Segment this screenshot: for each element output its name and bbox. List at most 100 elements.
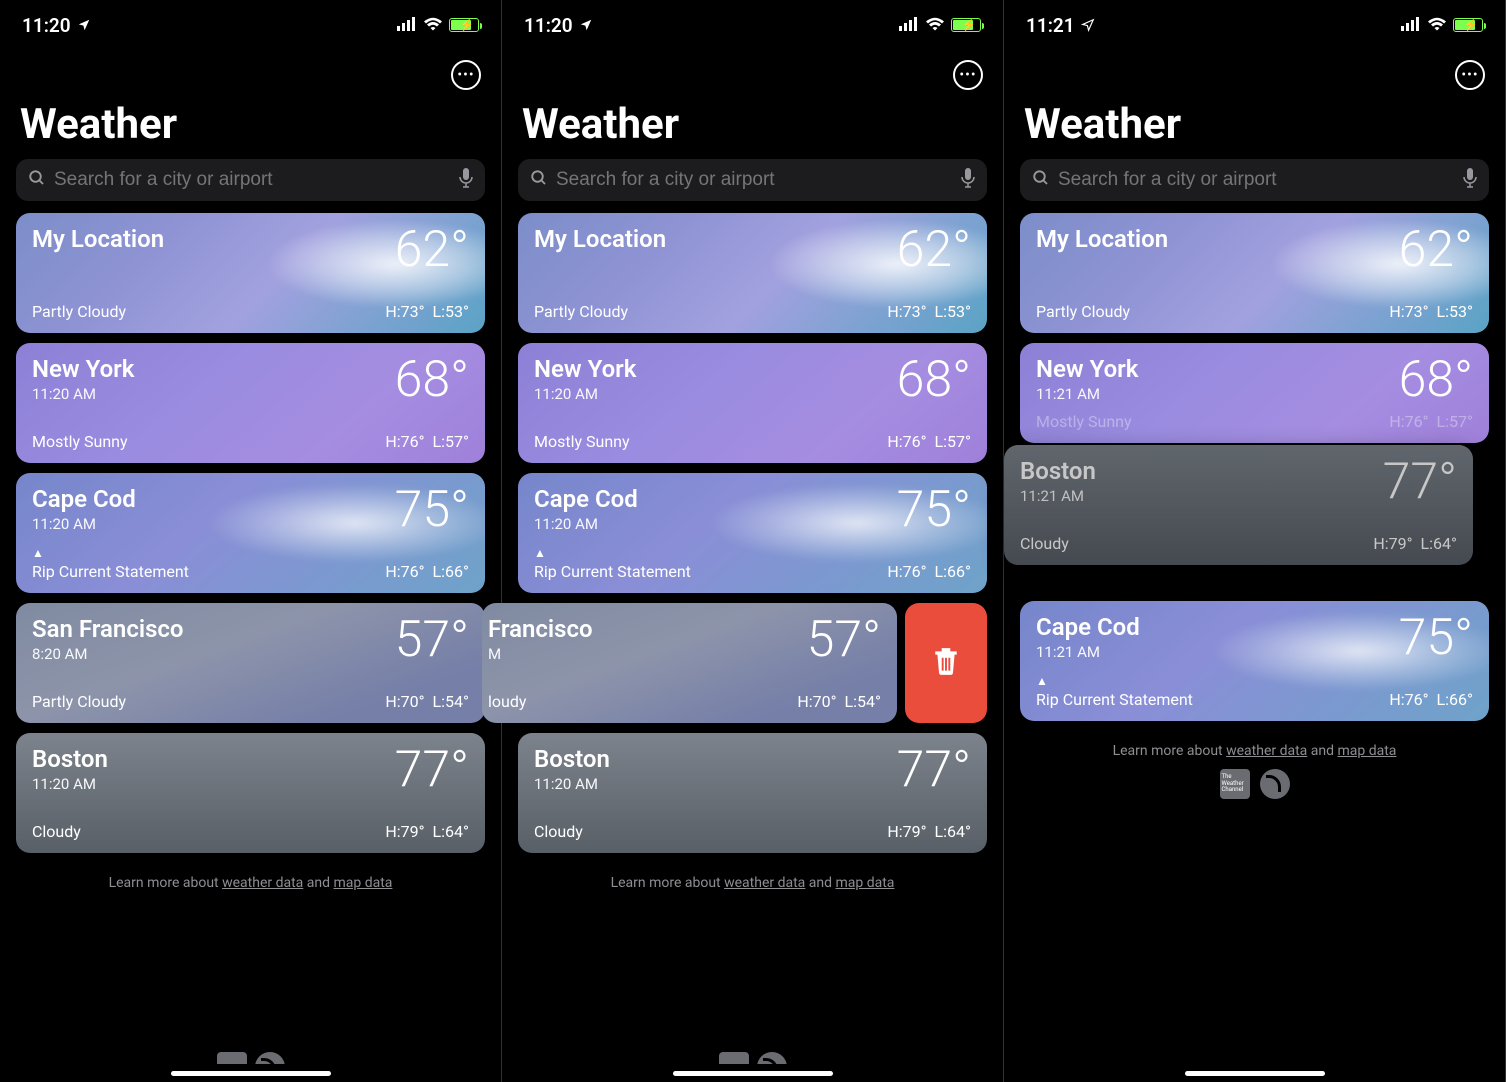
map-data-link[interactable]: map data: [1337, 743, 1396, 759]
city-card-cape-cod[interactable]: Cape Cod11:20 AM 75° ▲Rip Current Statem…: [518, 473, 987, 593]
location-arrow-icon: [1081, 14, 1095, 37]
low-temp: L:66°: [935, 562, 971, 581]
local-time: M: [488, 645, 593, 663]
condition-text: Partly Cloudy: [1036, 302, 1130, 321]
city-card-cape-cod[interactable]: Cape Cod11:21 AM 75° ▲Rip Current Statem…: [1020, 601, 1489, 721]
weather-data-link[interactable]: weather data: [222, 875, 303, 891]
city-list: My Location 62° Partly Cloudy H:73° L:53…: [502, 213, 1003, 1082]
search-input[interactable]: [556, 169, 953, 191]
footer-text: Learn more about weather data and map da…: [1020, 731, 1489, 807]
microphone-icon[interactable]: [961, 168, 975, 192]
city-card-boston[interactable]: Boston 11:20 AM 77° Cloudy H:79° L:64°: [16, 733, 485, 853]
alert-icon: ▲: [1036, 674, 1193, 688]
search-icon: [28, 169, 46, 191]
home-indicator[interactable]: [673, 1071, 833, 1076]
city-name: Cape Cod: [1036, 613, 1140, 641]
options-button[interactable]: •••: [953, 60, 983, 90]
city-name: New York: [534, 355, 636, 383]
footer-and: and: [303, 875, 333, 891]
attribution-logos: The Weather Channel: [1036, 769, 1473, 799]
search-bar[interactable]: [518, 159, 987, 201]
home-indicator[interactable]: [171, 1071, 331, 1076]
search-input[interactable]: [1058, 169, 1455, 191]
search-input[interactable]: [54, 169, 451, 191]
options-button[interactable]: •••: [451, 60, 481, 90]
city-card-new-york[interactable]: New York 11:20 AM 68° Mostly Sunny H:76°…: [16, 343, 485, 463]
weather-data-link[interactable]: weather data: [1226, 743, 1307, 759]
map-data-link[interactable]: map data: [333, 875, 392, 891]
condition-text: Mostly Sunny: [534, 432, 630, 451]
low-temp: L:53°: [1437, 302, 1473, 321]
weather-channel-logo: The Weather Channel: [1220, 769, 1250, 799]
search-bar[interactable]: [16, 159, 485, 201]
city-card-boston[interactable]: Boston11:20 AM 77° Cloudy H:79° L:64°: [518, 733, 987, 853]
high-temp: H:70°: [385, 692, 424, 711]
home-indicator[interactable]: [1185, 1071, 1325, 1076]
condition-text: Mostly Sunny: [32, 432, 128, 451]
city-card-san-francisco[interactable]: San Francisco 8:20 AM 57° Partly Cloudy …: [16, 603, 485, 723]
footer-text: Learn more about weather data and map da…: [518, 863, 987, 899]
weather-data-link[interactable]: weather data: [724, 875, 805, 891]
high-temp: H:76°: [887, 432, 926, 451]
temperature: 62°: [897, 225, 971, 275]
city-card-my-location[interactable]: My Location 62° Partly Cloudy H:73° L:53…: [16, 213, 485, 333]
temperature: 75°: [395, 485, 469, 535]
city-card-my-location[interactable]: My Location 62° Partly Cloudy H:73° L:53…: [518, 213, 987, 333]
city-name: My Location: [534, 225, 666, 253]
page-title: Weather: [502, 96, 1003, 159]
low-temp: L:64°: [935, 822, 971, 841]
city-name: Francisco: [488, 615, 593, 643]
condition-text: Rip Current Statement: [1036, 690, 1193, 709]
ellipsis-icon: •••: [959, 67, 976, 83]
battery-charging-icon: ⚡: [951, 18, 981, 32]
map-data-link[interactable]: map data: [835, 875, 894, 891]
low-temp: L:66°: [1437, 690, 1473, 709]
temperature: 62°: [395, 225, 469, 275]
city-card-new-york[interactable]: New York11:20 AM 68° Mostly Sunny H:76° …: [518, 343, 987, 463]
location-arrow-icon: [579, 14, 593, 37]
condition-text: Cloudy: [534, 822, 583, 841]
status-time: 11:20: [22, 14, 71, 37]
search-bar[interactable]: [1020, 159, 1489, 201]
swipe-row-san-francisco[interactable]: FranciscoM 57° loudy H:70° L:54°: [518, 603, 987, 723]
city-card-san-francisco[interactable]: FranciscoM 57° loudy H:70° L:54°: [482, 603, 897, 723]
local-time: 11:20 AM: [32, 385, 134, 403]
city-name: Cape Cod: [534, 485, 638, 513]
temperature: 77°: [1383, 457, 1457, 507]
low-temp: L:66°: [433, 562, 469, 581]
low-temp: L:53°: [433, 302, 469, 321]
footer-text: Learn more about weather data and map da…: [16, 863, 485, 899]
city-name: Boston: [1020, 457, 1096, 485]
search-icon: [530, 169, 548, 191]
high-temp: H:79°: [887, 822, 926, 841]
local-time: 11:21 AM: [1036, 385, 1138, 403]
city-card-my-location[interactable]: My Location 62° Partly Cloudy H:73° L:53…: [1020, 213, 1489, 333]
condition-text: Partly Cloudy: [32, 692, 126, 711]
temperature: 68°: [897, 355, 971, 405]
city-card-boston-dragging[interactable]: Boston11:21 AM 77° Cloudy H:79° L:64°: [1004, 445, 1473, 565]
temperature: 68°: [395, 355, 469, 405]
microphone-icon[interactable]: [459, 168, 473, 192]
microphone-icon[interactable]: [1463, 168, 1477, 192]
alert-icon: ▲: [534, 546, 691, 560]
temperature: 57°: [807, 615, 881, 665]
low-temp: L:54°: [845, 692, 881, 711]
condition-text: Cloudy: [32, 822, 81, 841]
options-button[interactable]: •••: [1455, 60, 1485, 90]
city-card-new-york[interactable]: New York11:21 AM 68° Mostly Sunny H:76° …: [1020, 343, 1489, 443]
temperature: 75°: [897, 485, 971, 535]
delete-button[interactable]: [905, 603, 987, 723]
search-icon: [1032, 169, 1050, 191]
status-bar: 11:20 ⚡: [0, 0, 501, 50]
high-temp: H:79°: [385, 822, 424, 841]
local-time: 11:21 AM: [1020, 487, 1096, 505]
condition-text: Partly Cloudy: [32, 302, 126, 321]
cellular-signal-icon: [397, 16, 417, 35]
local-time: 11:20 AM: [534, 775, 610, 793]
city-card-cape-cod[interactable]: Cape Cod 11:20 AM 75° ▲ Rip Current Stat…: [16, 473, 485, 593]
city-name: Cape Cod: [32, 485, 136, 513]
low-temp: L:53°: [935, 302, 971, 321]
city-name: My Location: [32, 225, 164, 253]
high-temp: H:76°: [385, 432, 424, 451]
wifi-icon: [423, 16, 443, 35]
